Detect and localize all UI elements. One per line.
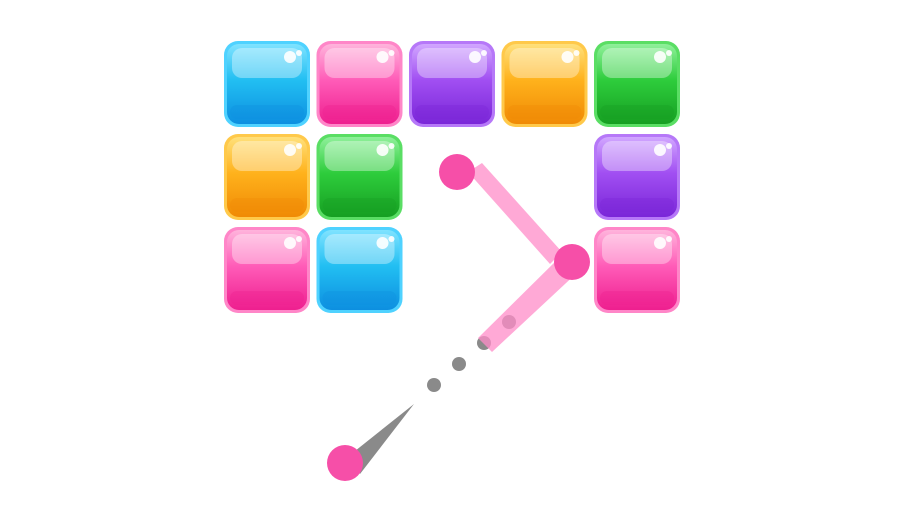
- aim-dot: [427, 378, 441, 392]
- block-sparkle: [296, 143, 302, 149]
- ball-trail: [468, 163, 562, 264]
- block-sparkle: [561, 51, 574, 63]
- block-sparkle: [666, 236, 672, 242]
- launcher-ball[interactable]: [327, 445, 363, 481]
- block-shade: [600, 291, 674, 305]
- block-orange: [501, 41, 588, 127]
- block-purple: [594, 134, 680, 220]
- aim-dot: [452, 357, 466, 371]
- moving-ball: [439, 154, 475, 190]
- block-sparkle: [296, 236, 302, 242]
- block-sparkle: [376, 237, 389, 249]
- block-sparkle: [654, 237, 666, 249]
- block-shade: [230, 198, 304, 212]
- block-shade: [600, 105, 674, 119]
- block-sparkle: [654, 51, 666, 63]
- block-pink: [224, 227, 310, 313]
- block-sparkle: [666, 50, 672, 56]
- block-sparkle: [573, 50, 580, 56]
- block-shade: [415, 105, 489, 119]
- bouncing-ball: [554, 244, 590, 280]
- block-shade: [322, 105, 397, 119]
- block-sparkle: [654, 144, 666, 156]
- block-sparkle: [284, 237, 296, 249]
- block-sparkle: [481, 50, 487, 56]
- block-sparkle: [376, 51, 389, 63]
- block-pink: [316, 41, 403, 127]
- block-orange: [224, 134, 310, 220]
- block-green: [316, 134, 403, 220]
- block-shade: [230, 105, 304, 119]
- block-sparkle: [376, 144, 389, 156]
- block-sparkle: [296, 50, 302, 56]
- block-shade: [322, 198, 397, 212]
- game-board[interactable]: [0, 0, 900, 512]
- block-shade: [507, 105, 582, 119]
- block-green: [594, 41, 680, 127]
- block-sparkle: [388, 50, 395, 56]
- block-cyan: [224, 41, 310, 127]
- block-shade: [322, 291, 397, 305]
- block-sparkle: [388, 236, 395, 242]
- block-sparkle: [469, 51, 481, 63]
- block-purple: [409, 41, 495, 127]
- block-shade: [230, 291, 304, 305]
- block-shade: [600, 198, 674, 212]
- block-sparkle: [284, 144, 296, 156]
- block-pink: [594, 227, 680, 313]
- block-sparkle: [284, 51, 296, 63]
- block-sparkle: [388, 143, 395, 149]
- block-cyan: [316, 227, 403, 313]
- block-sparkle: [666, 143, 672, 149]
